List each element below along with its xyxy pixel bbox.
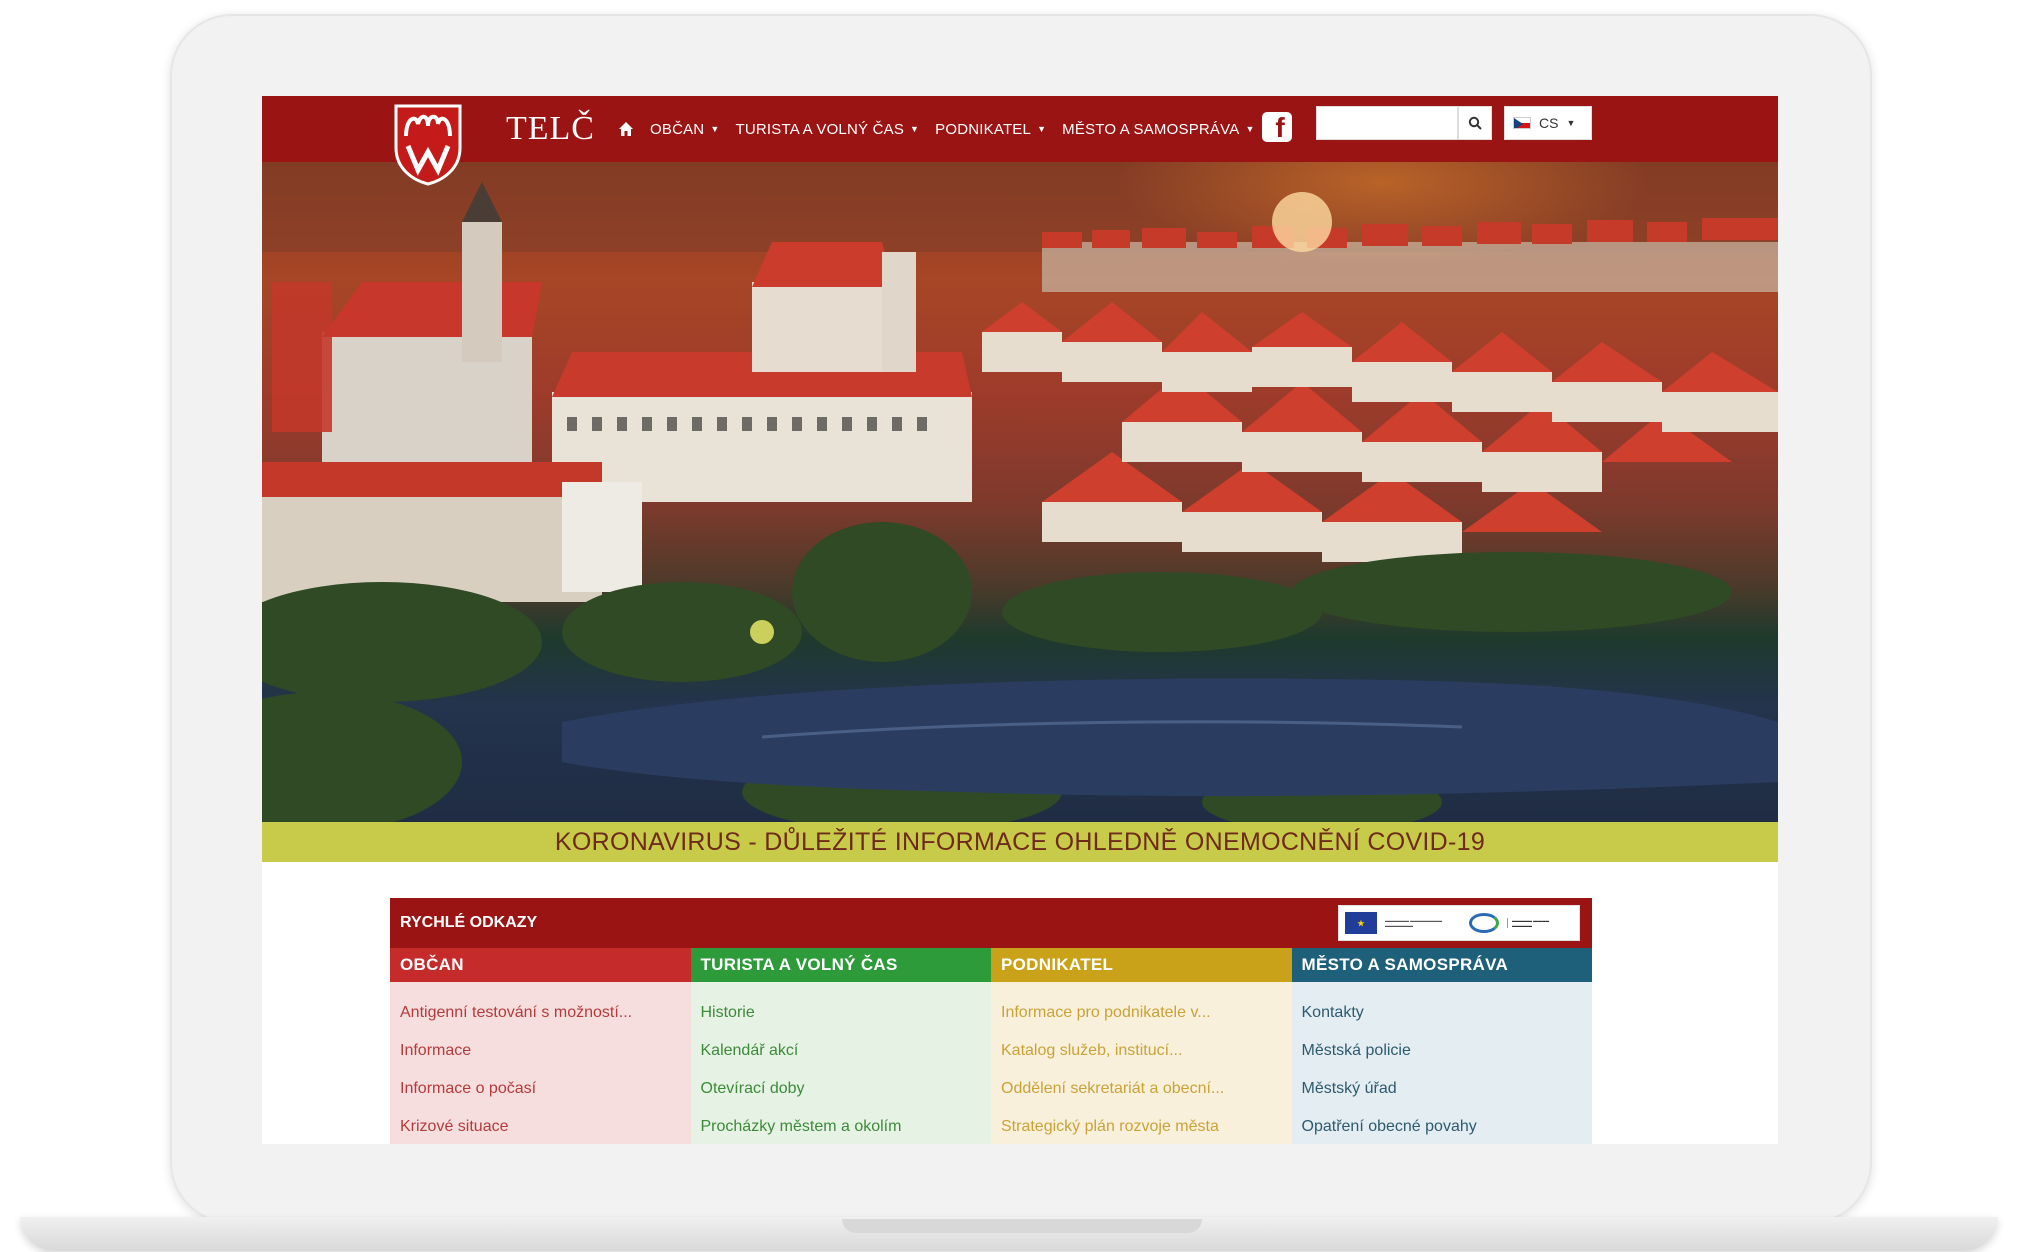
caret-down-icon: ▼ [710,124,720,134]
language-select[interactable]: CS ▼ [1504,106,1592,140]
eu-flag-icon: ★ [1345,912,1377,934]
quick-links-column-turista: TURISTA A VOLNÝ ČAS Historie Kalendář ak… [690,948,992,1144]
column-header[interactable]: PODNIKATEL [991,948,1292,982]
search-button[interactable] [1458,106,1492,140]
caret-down-icon: ▼ [1037,124,1047,134]
quick-link[interactable]: Informace o počasí [390,1070,691,1108]
ministry-logo-icon [1469,913,1499,933]
eu-logo-text-graphic: ▬▬▬▬▬▬ ▬▬▬▬▬▬▬▬ ▬▬▬▬▬▬▬ [1385,918,1443,928]
quick-links-column-podnikatel: PODNIKATEL Informace pro podnikatele v..… [991,948,1292,1144]
nav-item-label: PODNIKATEL [935,120,1032,138]
telc-coat-of-arms-logo[interactable] [392,102,464,186]
column-links: Historie Kalendář akcí Otevírací doby Pr… [690,982,992,1144]
quick-link[interactable]: Historie [691,994,992,1032]
hero-aerial-photo [262,162,1778,822]
caret-down-icon: ▼ [1245,124,1255,134]
ministry-logo-text-graphic: ▬▬▬▬▬ ▬▬▬▬ ▬▬▬▬▬ [1507,918,1557,928]
covid-info-banner[interactable]: KORONAVIRUS - DŮLEŽITÉ INFORMACE OHLEDNĚ… [262,822,1778,862]
nav-item-turista[interactable]: TURISTA A VOLNÝ ČAS ▼ [735,121,919,138]
nav-item-label: MĚSTO A SAMOSPRÁVA [1062,120,1240,138]
column-header[interactable]: OBČAN [390,948,691,982]
quick-link[interactable]: Informace [390,1032,691,1070]
quick-links-header: RYCHLÉ ODKAZY ★ ▬▬▬▬▬▬ ▬▬▬▬▬▬▬▬ ▬▬▬▬▬▬▬ … [390,898,1592,948]
eu-funding-logo[interactable]: ★ ▬▬▬▬▬▬ ▬▬▬▬▬▬▬▬ ▬▬▬▬▬▬▬ ▬▬▬▬▬ ▬▬▬▬ ▬▬▬… [1338,905,1580,941]
quick-link[interactable]: Krizové situace [390,1108,691,1144]
quick-link[interactable]: Procházky městem a okolím [691,1108,992,1144]
facebook-icon[interactable]: f [1262,112,1292,142]
nav-item-label: TURISTA A VOLNÝ ČAS [735,120,905,138]
quick-links-panel: RYCHLÉ ODKAZY ★ ▬▬▬▬▬▬ ▬▬▬▬▬▬▬▬ ▬▬▬▬▬▬▬ … [390,898,1592,1144]
quick-link[interactable]: Městský úřad [1292,1070,1593,1108]
quick-links-column-obcan: OBČAN Antigenní testování s možností... … [390,948,691,1144]
quick-link[interactable]: Městská policie [1292,1032,1593,1070]
site-brand-title[interactable]: TELČ [506,110,595,148]
column-header[interactable]: TURISTA A VOLNÝ ČAS [690,948,991,982]
czech-flag-icon [1513,117,1531,129]
search-input[interactable] [1316,106,1458,140]
language-value: CS [1539,115,1559,131]
caret-down-icon: ▼ [910,124,920,134]
quick-link[interactable]: Katalog služeb, institucí... [991,1032,1292,1070]
quick-links-columns: OBČAN Antigenní testování s možností... … [390,948,1592,1144]
nav-item-podnikatel[interactable]: PODNIKATEL ▼ [935,121,1046,138]
quick-link[interactable]: Kontakty [1292,994,1593,1032]
column-links: Antigenní testování s možností... Inform… [390,982,691,1144]
laptop-notch [842,1219,1202,1233]
quick-links-title: RYCHLÉ ODKAZY [400,914,538,931]
quick-link[interactable]: Antigenní testování s možností... [390,994,691,1032]
quick-link[interactable]: Strategický plán rozvoje města [991,1108,1292,1144]
quick-link[interactable]: Informace pro podnikatele v... [991,994,1292,1032]
column-links: Kontakty Městská policie Městský úřad Op… [1291,982,1593,1144]
nav-item-obcan[interactable]: OBČAN ▼ [650,121,719,138]
quick-link[interactable]: Opatření obecné povahy [1292,1108,1593,1144]
quick-link[interactable]: Oddělení sekretariát a obecní... [991,1070,1292,1108]
caret-down-icon: ▼ [1566,118,1576,128]
main-navigation: OBČAN ▼ TURISTA A VOLNÝ ČAS ▼ PODNIKATEL… [618,96,1255,162]
home-icon[interactable] [618,121,634,137]
search-icon [1468,116,1482,130]
quick-links-column-mesto: MĚSTO A SAMOSPRÁVA Kontakty Městská poli… [1291,948,1593,1144]
quick-link[interactable]: Otevírací doby [691,1070,992,1108]
column-header[interactable]: MĚSTO A SAMOSPRÁVA [1291,948,1592,982]
nav-item-mesto[interactable]: MĚSTO A SAMOSPRÁVA ▼ [1062,121,1254,138]
quick-link[interactable]: Kalendář akcí [691,1032,992,1070]
column-links: Informace pro podnikatele v... Katalog s… [991,982,1292,1144]
nav-item-label: OBČAN [650,120,705,138]
site-header: TELČ OBČAN ▼ TURISTA A VOLNÝ ČAS ▼ PODNI… [262,96,1778,186]
browser-screen: TELČ OBČAN ▼ TURISTA A VOLNÝ ČAS ▼ PODNI… [262,96,1778,1144]
